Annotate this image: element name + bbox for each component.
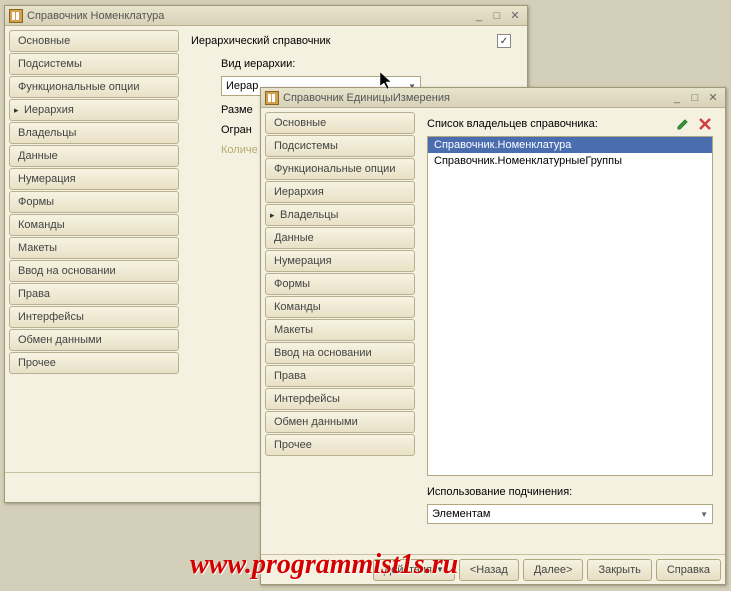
- sidebar-item[interactable]: Обмен данными: [9, 329, 179, 351]
- minimize-icon[interactable]: _: [471, 9, 487, 23]
- sidebar-item[interactable]: Данные: [265, 227, 415, 249]
- sidebar-item[interactable]: Иерархия: [265, 181, 415, 203]
- sidebar-item[interactable]: Интерфейсы: [9, 306, 179, 328]
- sidebar-item[interactable]: Основные: [9, 30, 179, 52]
- titlebar-1[interactable]: Справочник Номенклатура _ □ ✕: [5, 6, 527, 26]
- sidebar-item[interactable]: Формы: [265, 273, 415, 295]
- close-button[interactable]: Закрыть: [587, 559, 651, 581]
- content-2: Список владельцев справочника: Справочни…: [419, 112, 721, 550]
- mouse-cursor: [380, 72, 396, 95]
- sidebar-item[interactable]: Нумерация: [9, 168, 179, 190]
- help-label: Справка: [667, 564, 710, 576]
- back-label: <Назад: [470, 564, 508, 576]
- owners-label: Список владельцев справочника:: [427, 118, 598, 130]
- app-icon: [9, 9, 23, 23]
- sidebar-item[interactable]: Владельцы: [9, 122, 179, 144]
- maximize-icon[interactable]: □: [687, 91, 703, 105]
- sidebar-item[interactable]: Обмен данными: [265, 411, 415, 433]
- window-title-1: Справочник Номенклатура: [27, 10, 469, 22]
- sidebar-item[interactable]: Функциональные опции: [9, 76, 179, 98]
- sidebar-item[interactable]: Прочее: [9, 352, 179, 374]
- sidebar-item[interactable]: Ввод на основании: [265, 342, 415, 364]
- maximize-icon[interactable]: □: [489, 9, 505, 23]
- owners-list[interactable]: Справочник.НоменклатураСправочник.Номенк…: [427, 136, 713, 476]
- sidebar-item[interactable]: Права: [265, 365, 415, 387]
- sidebar-item[interactable]: Макеты: [9, 237, 179, 259]
- sidebar-1: ОсновныеПодсистемыФункциональные опцииИе…: [9, 30, 179, 468]
- subordination-select[interactable]: Элементам ▼: [427, 504, 713, 524]
- sidebar-item[interactable]: Прочее: [265, 434, 415, 456]
- sidebar-item[interactable]: Подсистемы: [265, 135, 415, 157]
- close-label: Закрыть: [598, 564, 640, 576]
- sidebar-item[interactable]: Владельцы: [265, 204, 415, 226]
- sidebar-item[interactable]: Команды: [9, 214, 179, 236]
- sidebar-2: ОсновныеПодсистемыФункциональные опцииИе…: [265, 112, 415, 550]
- sidebar-item[interactable]: Макеты: [265, 319, 415, 341]
- chevron-down-icon: ▼: [700, 510, 708, 519]
- hierarchical-checkbox[interactable]: ✓: [497, 34, 511, 48]
- sidebar-item[interactable]: Интерфейсы: [265, 388, 415, 410]
- limit-label: Огран: [221, 124, 252, 136]
- next-button[interactable]: Далее>: [523, 559, 584, 581]
- back-button-2[interactable]: <Назад: [459, 559, 519, 581]
- sidebar-item[interactable]: Иерархия: [9, 99, 179, 121]
- sidebar-item[interactable]: Нумерация: [265, 250, 415, 272]
- sidebar-item[interactable]: Функциональные опции: [265, 158, 415, 180]
- close-icon[interactable]: ✕: [705, 91, 721, 105]
- app-icon: [265, 91, 279, 105]
- titlebar-2[interactable]: Справочник ЕдиницыИзмерения _ □ ✕: [261, 88, 725, 108]
- help-button[interactable]: Справка: [656, 559, 721, 581]
- edit-icon[interactable]: [675, 116, 691, 132]
- count-label: Количе: [221, 144, 258, 156]
- sidebar-item[interactable]: Ввод на основании: [9, 260, 179, 282]
- close-icon[interactable]: ✕: [507, 9, 523, 23]
- sidebar-item[interactable]: Основные: [265, 112, 415, 134]
- watermark: www.programmist1s.ru: [190, 549, 458, 581]
- sidebar-item[interactable]: Права: [9, 283, 179, 305]
- list-item[interactable]: Справочник.Номенклатура: [428, 137, 712, 153]
- next-label: Далее>: [534, 564, 573, 576]
- delete-icon[interactable]: [697, 116, 713, 132]
- kind-label: Вид иерархии:: [221, 58, 311, 70]
- subordination-value: Элементам: [432, 508, 490, 520]
- subordination-label: Использование подчинения:: [427, 486, 572, 498]
- window-title-2: Справочник ЕдиницыИзмерения: [283, 92, 667, 104]
- list-item[interactable]: Справочник.НоменклатурныеГруппы: [428, 153, 712, 169]
- sidebar-item[interactable]: Формы: [9, 191, 179, 213]
- kind-value: Иерар: [226, 80, 258, 92]
- hierarchical-label: Иерархический справочник: [191, 35, 330, 47]
- sidebar-item[interactable]: Команды: [265, 296, 415, 318]
- sidebar-item[interactable]: Данные: [9, 145, 179, 167]
- minimize-icon[interactable]: _: [669, 91, 685, 105]
- window-units: Справочник ЕдиницыИзмерения _ □ ✕ Основн…: [260, 87, 726, 585]
- sidebar-item[interactable]: Подсистемы: [9, 53, 179, 75]
- size-label: Разме: [221, 104, 253, 116]
